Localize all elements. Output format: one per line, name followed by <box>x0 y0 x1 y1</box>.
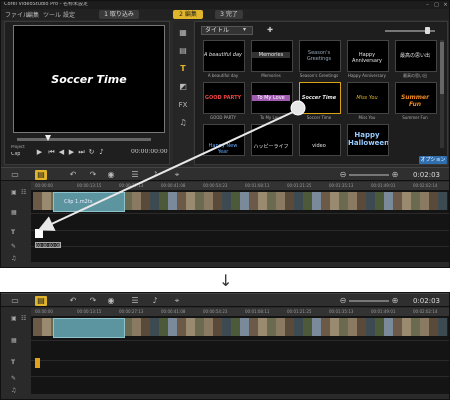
zoom-out-icon[interactable]: ⊖ <box>337 296 349 306</box>
timeline-hscrollbar[interactable] <box>31 394 449 399</box>
video-clip[interactable] <box>53 318 125 338</box>
motion-tracking-icon[interactable]: ⌖ <box>171 296 183 306</box>
title-track-icon[interactable]: T <box>11 360 15 366</box>
app-window-after: ▭ ▤ ↶ ↷ ◉ ☰ ♪ ⌖ ⊖ ⊕ 0:02:03 ▣ ☷ ▦ T ✎ ♫ … <box>0 292 450 400</box>
timeline-view-icon[interactable]: ▤ <box>35 296 47 306</box>
video-track-icon[interactable]: ▣ <box>11 316 17 322</box>
timeline-tracks[interactable] <box>31 316 449 394</box>
app-window-before: Corel VideoStudio Pro - 名称未設定 – □ × ファイル… <box>0 0 450 268</box>
auto-music-icon[interactable]: ♪ <box>149 296 161 306</box>
redo-icon[interactable]: ↷ <box>87 296 99 306</box>
drag-arrow <box>37 100 306 231</box>
track-manager-icon[interactable]: ☷ <box>21 316 26 322</box>
track-header-panel: ▣ ☷ ▦ T ✎ ♫ <box>1 308 31 399</box>
record-capture-icon[interactable]: ◉ <box>105 296 117 306</box>
voice-track-icon[interactable]: ✎ <box>11 376 16 382</box>
clip-frame-thumbnail <box>438 318 448 336</box>
track-divider <box>31 340 449 341</box>
music-track-icon[interactable]: ♫ <box>11 388 16 394</box>
overlay-track-icon[interactable]: ▦ <box>11 338 17 344</box>
project-duration: 0:02:03 <box>413 297 440 305</box>
track-divider <box>31 376 449 377</box>
sound-mixer-icon[interactable]: ☰ <box>129 296 141 306</box>
timeline-ruler[interactable]: 00:00:00 00:00:13:15 00:00:27:13 00:00:4… <box>31 308 449 316</box>
down-arrow-icon: ↓ <box>219 271 233 290</box>
timeline-zoom-slider[interactable] <box>349 300 389 302</box>
undo-icon[interactable]: ↶ <box>67 296 79 306</box>
track-divider <box>31 360 449 361</box>
zoom-in-icon[interactable]: ⊕ <box>389 296 401 306</box>
storyboard-view-icon[interactable]: ▭ <box>9 296 21 306</box>
title-clip[interactable] <box>35 358 40 368</box>
timeline-toolbar: ▭ ▤ ↶ ↷ ◉ ☰ ♪ ⌖ ⊖ ⊕ 0:02:03 <box>1 293 449 307</box>
